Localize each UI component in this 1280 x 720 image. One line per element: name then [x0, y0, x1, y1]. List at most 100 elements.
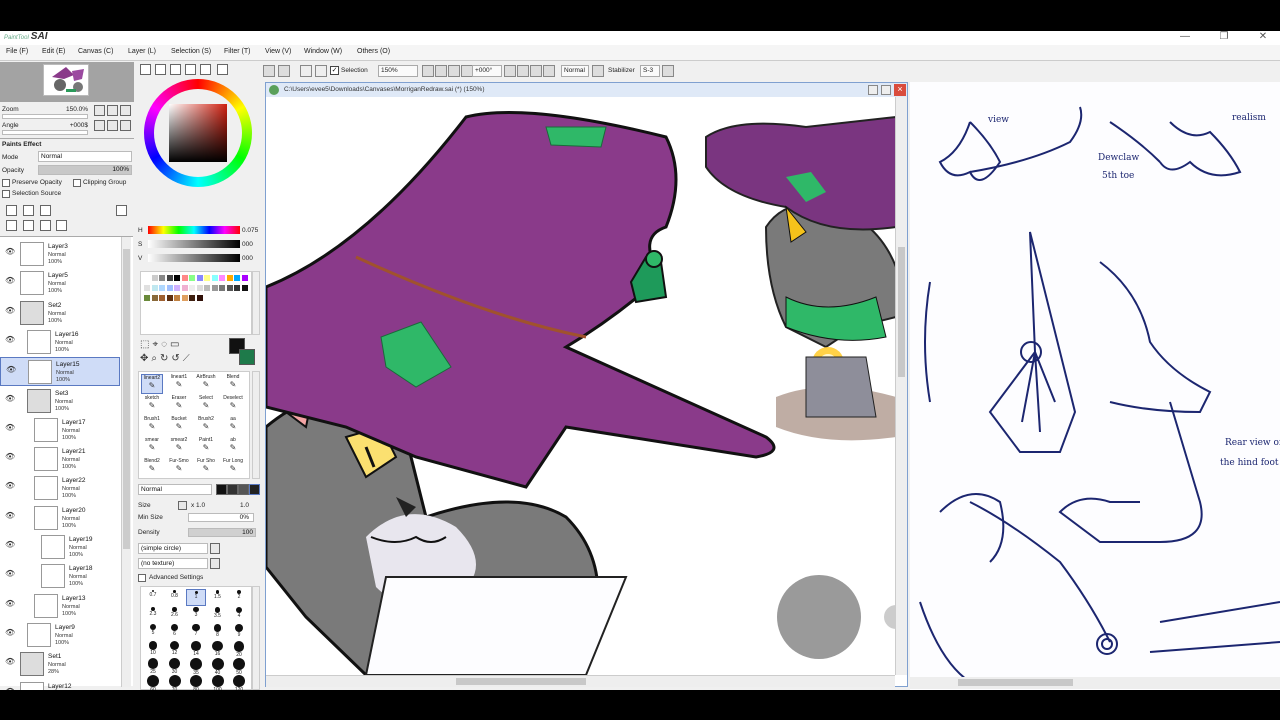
- reference-hscroll-thumb[interactable]: [958, 679, 1073, 686]
- menu-filter[interactable]: Filter (T): [224, 48, 250, 55]
- layer-row[interactable]: 👁 Layer19 Normal 100%: [0, 533, 120, 562]
- layer-row[interactable]: 👁 Layer3 Normal 100%: [0, 240, 120, 269]
- swatch-palette[interactable]: [140, 271, 252, 335]
- min-size-slider[interactable]: 0%: [188, 513, 254, 522]
- brush-preset[interactable]: lineart1 ✎: [168, 374, 190, 394]
- advanced-settings-toggle[interactable]: [138, 574, 146, 582]
- brush-size-preset[interactable]: 25: [143, 657, 163, 675]
- brush-size-preset[interactable]: 5: [143, 623, 163, 640]
- color-swatch[interactable]: [181, 295, 188, 301]
- menu-edit[interactable]: Edit (E): [42, 48, 65, 55]
- brush-edge-1[interactable]: [216, 484, 227, 495]
- brush-size-preset[interactable]: 100: [208, 674, 228, 693]
- layer-row[interactable]: 👁 Layer15 Normal 100%: [0, 357, 120, 387]
- brush-size-preset[interactable]: 3: [186, 606, 206, 623]
- menu-layer[interactable]: Layer (L): [128, 48, 156, 55]
- secondary-color[interactable]: [239, 349, 255, 365]
- scroll-thumb[interactable]: [123, 249, 130, 549]
- zoom-slider[interactable]: [2, 114, 88, 119]
- rotate-ccw-button[interactable]: [94, 120, 105, 131]
- layer-row[interactable]: 👁 Layer22 Normal 100%: [0, 474, 120, 503]
- brush-preset[interactable]: Fur-Smo ✎: [168, 458, 190, 478]
- layer-opacity-slider[interactable]: 100%: [38, 165, 132, 175]
- clear-layer-button[interactable]: [23, 220, 34, 231]
- rotate-left-button[interactable]: [504, 65, 516, 77]
- visibility-eye-icon[interactable]: 👁: [5, 394, 15, 402]
- close-icon[interactable]: ✕: [1253, 31, 1273, 42]
- color-swatch[interactable]: [241, 275, 248, 281]
- brush-size-preset[interactable]: 3.5: [208, 606, 228, 623]
- brush-texture-select[interactable]: (no texture): [138, 558, 208, 569]
- brush-preset[interactable]: lineart2 ✎: [141, 374, 163, 394]
- color-swatch[interactable]: [174, 295, 180, 301]
- brush-edge-4[interactable]: [249, 484, 260, 495]
- color-swatch[interactable]: [234, 275, 240, 281]
- zoom-select[interactable]: 150%: [378, 65, 418, 77]
- brush-size-preset[interactable]: 60: [143, 674, 163, 693]
- layer-row[interactable]: 👁 Layer13 Normal 100%: [0, 592, 120, 621]
- brush-size-preset[interactable]: 35: [186, 657, 206, 676]
- color-swatch[interactable]: [159, 295, 165, 301]
- brush-size-preset[interactable]: 1.5: [208, 589, 228, 606]
- brush-size-preset[interactable]: 1: [186, 589, 206, 606]
- clipping-group-checkbox[interactable]: [73, 179, 81, 187]
- color-swatch[interactable]: [151, 295, 158, 301]
- deselect-button[interactable]: [300, 65, 312, 77]
- color-swatch[interactable]: [144, 275, 150, 281]
- canvas-hscroll-thumb[interactable]: [456, 678, 586, 685]
- brush-size-preset[interactable]: 80: [186, 674, 206, 693]
- brush-size-preset[interactable]: 50: [229, 657, 249, 676]
- canvas-horizontal-scrollbar[interactable]: [266, 675, 895, 687]
- visibility-eye-icon[interactable]: 👁: [5, 306, 15, 314]
- brush-mode-select[interactable]: Normal: [138, 484, 212, 495]
- stabilizer-select[interactable]: S-3: [640, 65, 660, 77]
- color-swatch[interactable]: [144, 285, 150, 291]
- selection-source-checkbox[interactable]: [2, 190, 10, 198]
- color-swatch[interactable]: [151, 285, 158, 291]
- transfer-down-button[interactable]: [6, 220, 17, 231]
- color-swatch[interactable]: [159, 285, 165, 291]
- flip-button[interactable]: [543, 65, 555, 77]
- brush-size-preset[interactable]: 12: [165, 640, 185, 657]
- menu-others[interactable]: Others (O): [357, 48, 390, 55]
- brush-size-preset[interactable]: 70: [165, 674, 185, 693]
- zoom-fit-button[interactable]: [448, 65, 460, 77]
- brush-shape-dropdown[interactable]: [210, 543, 220, 554]
- layer-list-scrollbar[interactable]: [121, 237, 131, 687]
- saturation-slider[interactable]: [148, 240, 240, 248]
- maximize-icon[interactable]: ❐: [1214, 31, 1234, 42]
- brush-shape-select[interactable]: (simple circle): [138, 543, 208, 554]
- layer-row[interactable]: 👁 Layer9 Normal 100%: [0, 621, 120, 650]
- color-swatch[interactable]: [189, 285, 195, 291]
- brush-preset[interactable]: Blend2 ✎: [141, 458, 163, 478]
- brush-preset[interactable]: Blend ✎: [222, 374, 244, 394]
- mode-toggle-button[interactable]: [592, 65, 604, 77]
- visibility-eye-icon[interactable]: 👁: [5, 511, 15, 519]
- brush-size-preset[interactable]: 0.8: [165, 589, 185, 606]
- visibility-eye-icon[interactable]: 👁: [5, 599, 15, 607]
- brush-preset[interactable]: Brush1 ✎: [141, 416, 163, 436]
- brush-preset[interactable]: ab ✎: [222, 437, 244, 457]
- brush-size-preset[interactable]: 120: [229, 674, 249, 693]
- brush-size-preset[interactable]: 7: [186, 623, 206, 640]
- layer-options-button[interactable]: [116, 205, 127, 216]
- layer-row[interactable]: 👁 Layer21 Normal 100%: [0, 445, 120, 474]
- brush-edge-2[interactable]: [227, 484, 238, 495]
- visibility-eye-icon[interactable]: 👁: [5, 423, 15, 431]
- blend-mode-select[interactable]: Normal: [561, 65, 589, 77]
- rotate-zero-button[interactable]: [120, 120, 131, 131]
- color-swatch[interactable]: [204, 275, 210, 281]
- color-swatch[interactable]: [196, 285, 203, 291]
- brush-size-preset[interactable]: 20: [229, 640, 249, 658]
- brush-size-preset[interactable]: 14: [186, 640, 206, 657]
- color-wheel[interactable]: [144, 79, 252, 187]
- layer-row[interactable]: 👁 Layer20 Normal 100%: [0, 504, 120, 533]
- reference-hscrollbar[interactable]: [910, 677, 1280, 689]
- hsv-slider-mode-button[interactable]: [170, 64, 181, 75]
- minimize-icon[interactable]: —: [1175, 31, 1195, 42]
- canvas-maximize-button[interactable]: [881, 85, 891, 95]
- rotate-cw-button[interactable]: [107, 120, 118, 131]
- color-swatch[interactable]: [196, 295, 203, 301]
- new-folder-button[interactable]: [40, 205, 51, 216]
- layer-row[interactable]: 👁 Layer16 Normal 100%: [0, 328, 120, 357]
